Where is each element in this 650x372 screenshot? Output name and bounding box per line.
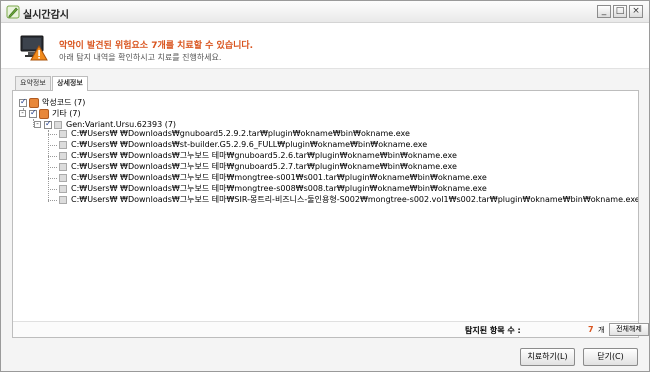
detected-file-path[interactable]: C:₩Users₩ ₩Downloads₩그누보드 테마₩gnuboard5.2… <box>71 161 457 172</box>
detected-file-path[interactable]: C:₩Users₩ ₩Downloads₩그누보드 테마₩mongtree-s0… <box>71 172 487 183</box>
malware-category-icon <box>29 98 39 108</box>
detection-type-icon <box>54 121 62 129</box>
alert-title: 악악이 발견된 위험요소 7개를 치료할 수 있습니다. <box>59 41 254 51</box>
tab-details[interactable]: 상세정보 <box>52 76 88 91</box>
detection-count-bar: 탐지된 항목 수 : 7 개 전체해제 <box>13 321 649 337</box>
category-expander-icon[interactable]: - <box>19 110 26 117</box>
tree-connector <box>48 156 57 157</box>
tree-connector <box>48 134 57 135</box>
item-checkbox[interactable] <box>59 185 67 193</box>
maximize-button[interactable]: □ <box>613 5 627 18</box>
window-title: 실시간감시 <box>23 10 69 21</box>
detection-checkbox[interactable] <box>44 119 52 129</box>
tab-summary[interactable]: 요약정보 <box>15 76 51 90</box>
detected-count-value: 7 <box>588 325 594 334</box>
tree-connector <box>48 130 49 202</box>
realtime-monitor-window: 실시간감시 _ □ × 악악이 발견된 위험요소 7개를 치료할 수 있습니다.… <box>0 0 650 372</box>
item-checkbox[interactable] <box>59 196 67 204</box>
detected-file-path[interactable]: C:₩Users₩ ₩Downloads₩그누보드 테마₩gnuboard5.2… <box>71 150 457 161</box>
warning-monitor-icon <box>20 35 48 61</box>
item-checkbox[interactable] <box>59 163 67 171</box>
item-checkbox[interactable] <box>59 174 67 182</box>
tree-connector <box>48 167 57 168</box>
tree-connector <box>48 178 57 179</box>
item-checkbox[interactable] <box>59 130 67 138</box>
tree-category-label[interactable]: 기타 (7) <box>52 108 81 119</box>
item-checkbox[interactable] <box>59 152 67 160</box>
detected-file-path[interactable]: C:₩Users₩ ₩Downloads₩gnuboard5.2.9.2.tar… <box>71 128 410 139</box>
etc-category-icon <box>39 109 49 119</box>
root-checkbox[interactable] <box>19 97 27 107</box>
detected-file-path[interactable]: C:₩Users₩ ₩Downloads₩그누보드 테마₩SIR-몽트리-비즈니… <box>71 194 638 205</box>
detected-count-unit: 개 <box>598 326 605 334</box>
tree-connector <box>48 189 57 190</box>
tree-connector <box>48 145 57 146</box>
treat-button[interactable]: 치료하기(L) <box>520 348 575 366</box>
alert-subtitle: 아래 탐지 내역을 확인하시고 치료를 진행하세요. <box>59 53 222 62</box>
detection-expander-icon[interactable]: - <box>34 121 41 128</box>
minimize-button[interactable]: _ <box>597 5 611 18</box>
detected-file-path[interactable]: C:₩Users₩ ₩Downloads₩그누보드 테마₩mongtree-s0… <box>71 183 487 194</box>
item-checkbox[interactable] <box>59 141 67 149</box>
tree-root-label[interactable]: 악성코드 (7) <box>42 97 85 108</box>
category-checkbox[interactable] <box>29 108 37 118</box>
detection-tree[interactable]: 악성코드 (7) - 기타 (7) - Gen:Variant.Ursu.623… <box>13 91 638 321</box>
detected-count-label: 탐지된 항목 수 : <box>465 326 521 335</box>
alert-header: 악악이 발견된 위험요소 7개를 치료할 수 있습니다. 아래 탐지 내역을 확… <box>1 23 649 69</box>
release-all-button[interactable]: 전체해제 <box>609 323 649 336</box>
tree-connector <box>48 200 57 201</box>
pencil-shield-icon <box>6 5 20 19</box>
detected-file-path[interactable]: C:₩Users₩ ₩Downloads₩st-builder.G5.2.9.6… <box>71 139 427 150</box>
details-panel: 악성코드 (7) - 기타 (7) - Gen:Variant.Ursu.623… <box>12 90 649 338</box>
close-button[interactable]: 닫기(C) <box>583 348 638 366</box>
title-bar[interactable]: 실시간감시 _ □ × <box>1 1 649 23</box>
close-window-button[interactable]: × <box>629 5 643 18</box>
